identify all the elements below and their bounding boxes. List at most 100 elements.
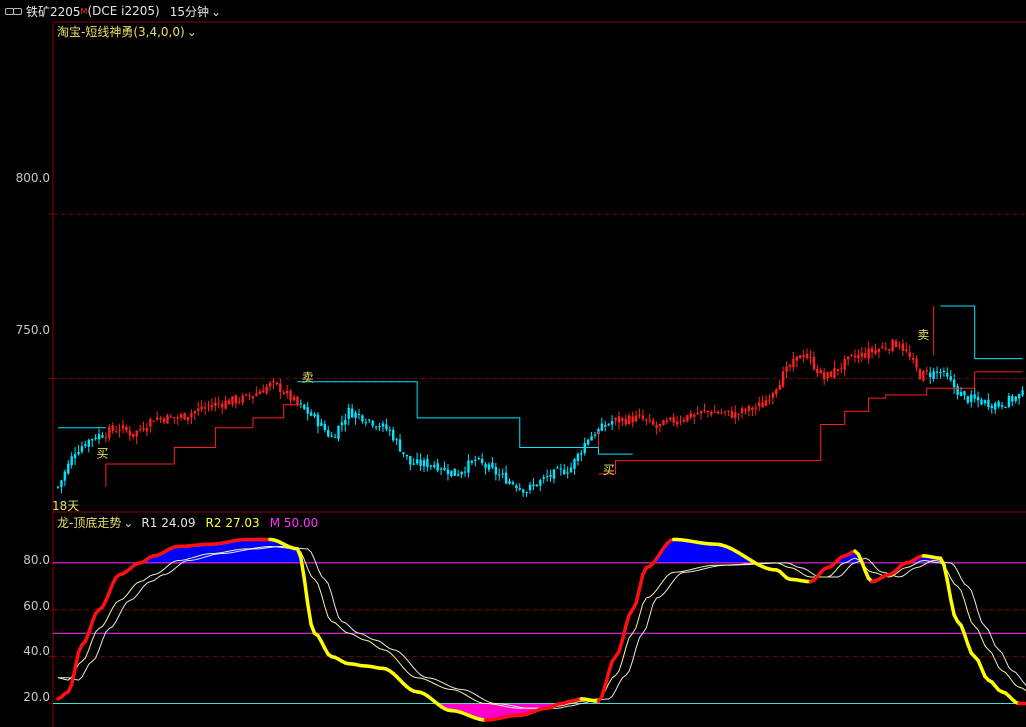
- candle-body: [422, 460, 426, 467]
- candle-body: [600, 423, 604, 431]
- candle-body: [128, 430, 132, 436]
- candle-body: [946, 372, 949, 377]
- candle-body: [207, 405, 210, 407]
- candle-body: [515, 485, 518, 489]
- candle-body: [275, 382, 279, 385]
- candle-body: [775, 389, 778, 395]
- candle-body: [518, 488, 521, 490]
- candle-body: [887, 349, 891, 351]
- candle-body: [987, 399, 990, 408]
- candle-body: [460, 471, 463, 475]
- candle-body: [744, 409, 747, 412]
- candle-body: [949, 376, 952, 381]
- candle-body: [470, 460, 474, 463]
- candle-body: [121, 425, 125, 429]
- candle-body: [976, 396, 980, 401]
- candle-body: [686, 415, 689, 422]
- candle-body: [621, 418, 624, 421]
- candle-body: [590, 436, 593, 441]
- candle-body: [80, 446, 84, 452]
- candle-body: [453, 468, 456, 476]
- r2-segment: [299, 555, 307, 581]
- candle-body: [498, 474, 501, 476]
- candle-body: [792, 358, 795, 368]
- candle-body: [1000, 405, 1004, 407]
- candle-body: [217, 402, 220, 404]
- candle-body: [381, 423, 385, 427]
- candle-body: [244, 394, 248, 396]
- candle-body: [634, 415, 638, 422]
- candle-body: [97, 434, 101, 440]
- r2-segment: [634, 586, 642, 605]
- candle-body: [309, 412, 313, 416]
- resistance-line: [58, 305, 1023, 455]
- sell-signal: 卖: [302, 371, 314, 385]
- candle-body: [898, 345, 901, 347]
- candle-body: [508, 481, 511, 484]
- candle-body: [716, 411, 720, 414]
- candle-body: [586, 439, 590, 445]
- candle-body: [970, 394, 973, 403]
- candle-body: [234, 395, 238, 404]
- candle-body: [357, 414, 361, 416]
- candle-body: [669, 417, 672, 420]
- candle-body: [939, 371, 942, 374]
- candle-body: [330, 435, 333, 437]
- r2-segment: [305, 601, 313, 627]
- candle-body: [306, 407, 309, 414]
- candle-body: [672, 417, 675, 423]
- candle-body: [374, 426, 378, 428]
- candle-body: [104, 437, 108, 439]
- candle-body: [785, 366, 788, 372]
- candle-body: [539, 480, 542, 486]
- candle-body: [682, 419, 686, 422]
- candle-body: [398, 439, 402, 452]
- candle-body: [333, 436, 337, 438]
- candle-body: [935, 371, 939, 373]
- candle-body: [525, 491, 528, 493]
- candle-body: [730, 411, 734, 418]
- candle-body: [63, 471, 67, 481]
- candle-body: [658, 424, 662, 427]
- candle-body: [463, 471, 467, 473]
- candle-body: [210, 405, 214, 408]
- candle-body: [911, 357, 915, 360]
- candle-body: [361, 415, 364, 422]
- candle-body: [313, 414, 316, 417]
- candle-body: [593, 434, 597, 436]
- candle-body: [135, 430, 138, 437]
- candle-body: [781, 371, 785, 387]
- candle-body: [279, 383, 282, 392]
- candle-body: [220, 403, 224, 408]
- candle-body: [843, 359, 846, 370]
- fill-layer: [143, 539, 944, 720]
- candle-body: [504, 472, 508, 484]
- candle-body: [60, 480, 63, 488]
- signal-layer: 买 卖买 卖: [96, 328, 929, 477]
- candle-body: [997, 401, 1000, 407]
- candle-body: [494, 466, 498, 475]
- candle-body: [320, 422, 323, 426]
- candle-body: [720, 412, 723, 414]
- candle-body: [795, 356, 799, 361]
- candle-body: [429, 465, 433, 467]
- candle-body: [439, 468, 443, 470]
- candle-body: [994, 403, 997, 410]
- candle-body: [323, 424, 326, 431]
- candle-body: [436, 463, 439, 471]
- candle-body: [145, 428, 149, 432]
- candle-body: [248, 395, 251, 397]
- candle-body: [860, 352, 864, 357]
- candle-body: [857, 354, 860, 359]
- candle-body: [532, 484, 535, 487]
- candle-body: [378, 426, 381, 428]
- candle-body: [563, 469, 566, 475]
- chart-canvas[interactable]: 买 卖买 卖: [0, 0, 1026, 727]
- candle-body: [166, 415, 169, 424]
- candle-body: [419, 459, 422, 466]
- candle-body: [617, 416, 621, 423]
- candle-body: [190, 413, 193, 418]
- candle-body: [812, 356, 816, 370]
- r2-segment: [945, 578, 953, 601]
- candle-body: [675, 421, 679, 425]
